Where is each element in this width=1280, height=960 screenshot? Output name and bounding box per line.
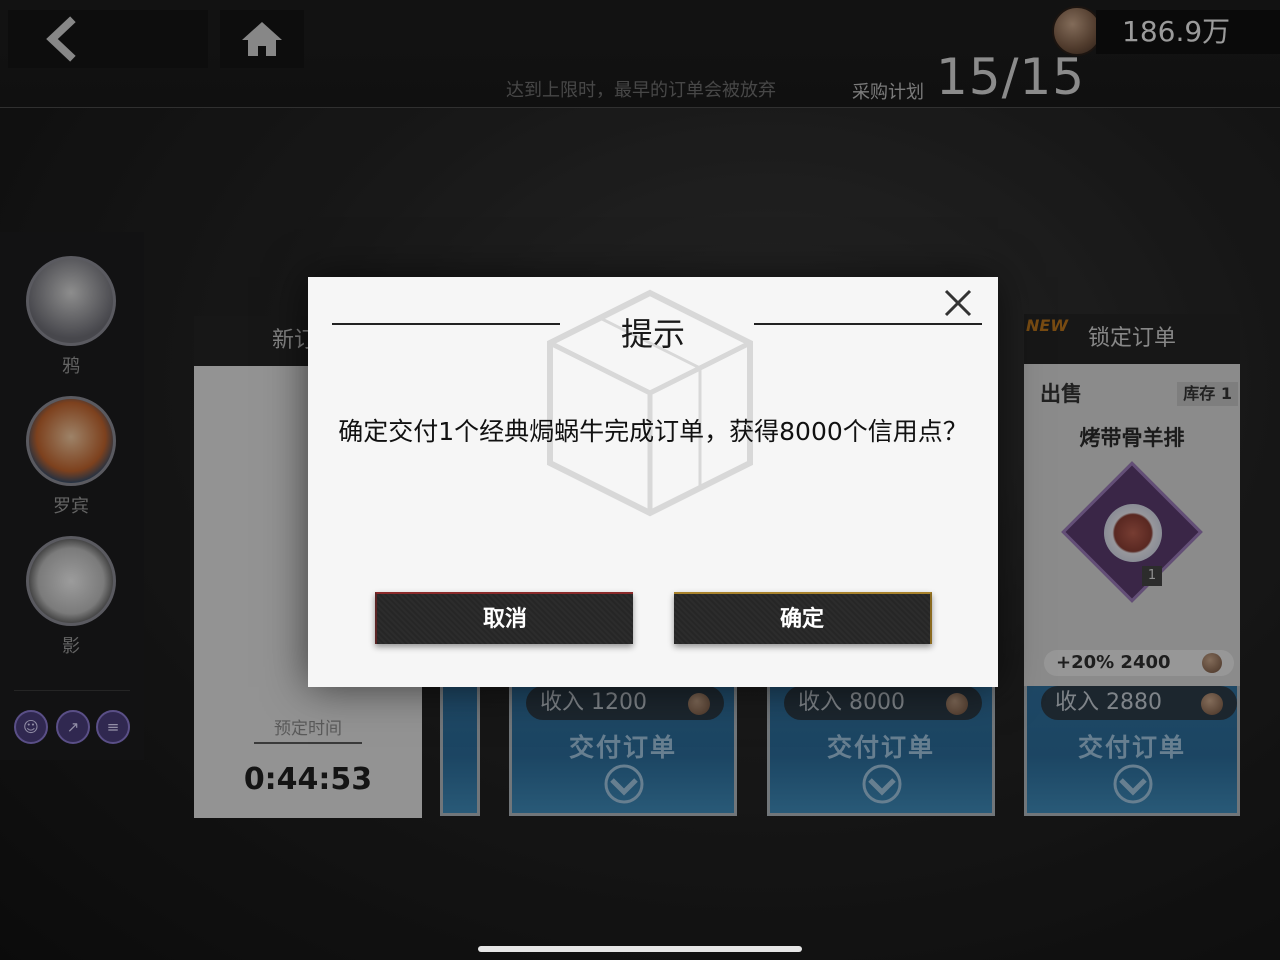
dialog-title: 提示 (620, 315, 685, 353)
home-indicator[interactable] (478, 946, 802, 952)
cancel-button[interactable]: 取消 (375, 592, 633, 644)
confirm-button[interactable]: 确定 (674, 592, 932, 644)
close-icon[interactable] (938, 283, 978, 323)
dialog-message: 确定交付1个经典焗蜗牛完成订单，获得8000个信用点？ (338, 417, 968, 446)
confirm-dialog: 提示 确定交付1个经典焗蜗牛完成订单，获得8000个信用点？ 取消 确定 (308, 277, 998, 687)
